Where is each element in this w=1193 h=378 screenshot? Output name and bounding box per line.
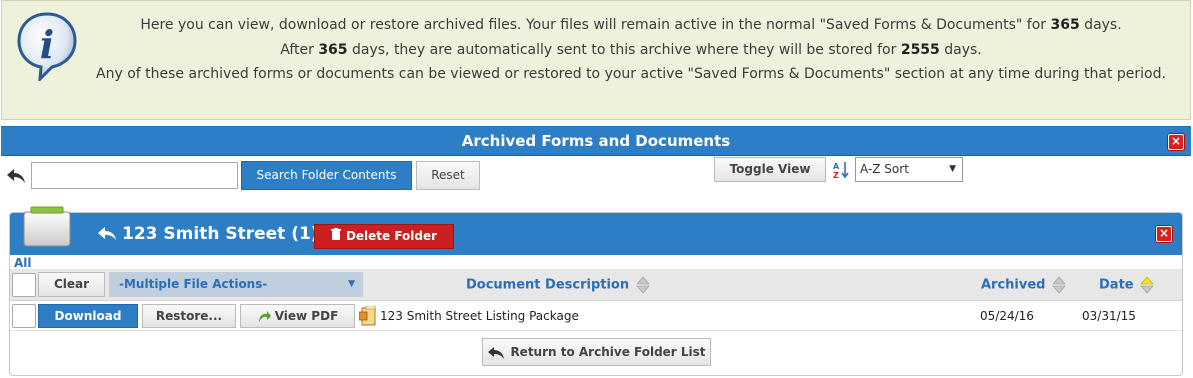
select-all-checkbox[interactable] — [12, 273, 36, 297]
column-date-label: Date — [1099, 277, 1134, 293]
info-banner: i Here you can view, download or restore… — [1, 0, 1191, 120]
folder-back-icon[interactable] — [97, 226, 117, 241]
download-button[interactable]: Download — [38, 304, 138, 328]
column-description-header[interactable]: Document Description — [466, 276, 650, 294]
multiple-file-actions-select[interactable]: -Multiple File Actions- ▼ — [109, 272, 363, 297]
close-archive-button[interactable]: × — [1168, 134, 1184, 150]
info-icon: i — [17, 12, 77, 81]
search-folder-contents-button[interactable]: Search Folder Contents — [241, 161, 412, 190]
archived-date: 05/24/16 — [980, 309, 1034, 323]
multiple-file-actions-value: -Multiple File Actions- — [119, 277, 268, 291]
trash-icon — [330, 228, 341, 240]
view-pdf-button[interactable]: View PDF — [240, 304, 355, 328]
delete-folder-button[interactable]: Delete Folder — [314, 224, 454, 249]
row-divider — [10, 330, 1182, 331]
az-sort-icon: A Z — [833, 162, 849, 180]
close-folder-button[interactable]: × — [1156, 226, 1172, 242]
toggle-view-button[interactable]: Toggle View — [714, 157, 826, 182]
chevron-down-icon: ▼ — [949, 164, 956, 174]
reset-button[interactable]: Reset — [416, 161, 480, 190]
column-description-label: Document Description — [466, 277, 630, 293]
sort-active-icon — [1140, 276, 1154, 294]
archive-title-bar: Archived Forms and Documents × — [1, 126, 1191, 156]
column-archived-header[interactable]: Archived — [981, 276, 1066, 294]
column-date-header[interactable]: Date — [1099, 276, 1154, 294]
sort-icon — [636, 276, 650, 294]
info-line-2: After 365 days, they are automatically s… — [280, 41, 982, 58]
svg-text:Z: Z — [833, 171, 839, 180]
svg-text:i: i — [40, 22, 54, 67]
clear-button[interactable]: Clear — [38, 272, 105, 297]
folder-icon — [23, 206, 71, 247]
refresh-arrow-icon — [258, 310, 271, 322]
row-checkbox[interactable] — [12, 304, 36, 328]
archive-title: Archived Forms and Documents — [461, 132, 731, 150]
sort-select[interactable]: A-Z Sort ▼ — [855, 157, 963, 182]
delete-folder-label: Delete Folder — [345, 229, 438, 243]
chevron-down-icon: ▼ — [348, 279, 355, 289]
document-description[interactable]: 123 Smith Street Listing Package — [380, 309, 579, 323]
return-to-archive-folder-list-button[interactable]: Return to Archive Folder List — [482, 338, 711, 366]
restore-button[interactable]: Restore... — [142, 304, 236, 328]
info-text: Here you can view, download or restore a… — [82, 13, 1180, 87]
select-all-link[interactable]: All — [14, 256, 32, 270]
info-line-3: Any of these archived forms or documents… — [96, 66, 1166, 82]
folder-title: 123 Smith Street (1) — [122, 224, 319, 244]
sort-select-value: A-Z Sort — [860, 162, 909, 176]
document-icon — [359, 306, 376, 326]
back-arrow-icon — [488, 346, 505, 359]
column-archived-label: Archived — [981, 277, 1046, 293]
document-date: 03/31/15 — [1082, 309, 1136, 323]
view-pdf-label: View PDF — [274, 309, 339, 323]
svg-text:A: A — [833, 162, 840, 171]
back-arrow-icon[interactable] — [6, 168, 26, 184]
info-line-1: Here you can view, download or restore a… — [140, 17, 1122, 33]
sort-icon — [1052, 276, 1066, 294]
search-input[interactable] — [31, 162, 238, 189]
return-label: Return to Archive Folder List — [510, 345, 706, 359]
